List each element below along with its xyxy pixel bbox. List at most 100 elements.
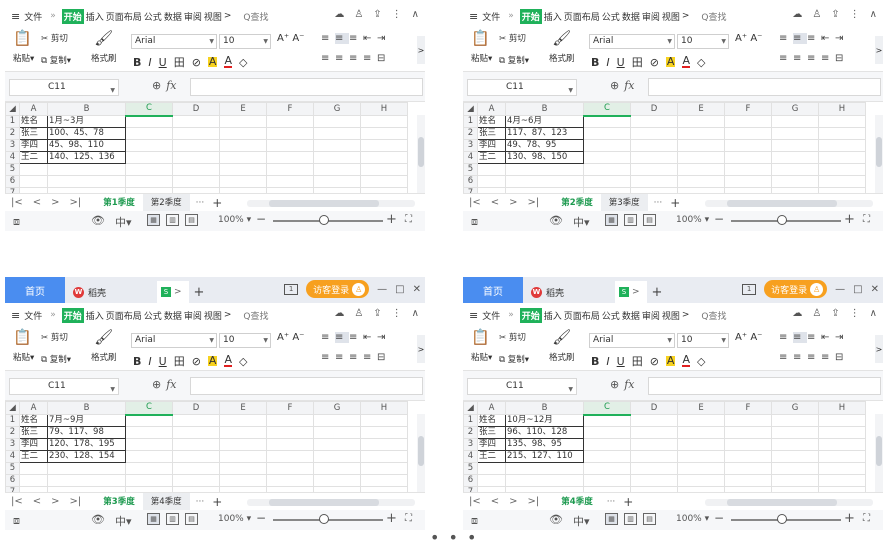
cell-f2[interactable] [266, 426, 314, 439]
cell-g6[interactable] [771, 474, 819, 487]
cell-g6[interactable] [313, 474, 361, 487]
cell-h6[interactable] [818, 474, 866, 487]
cell-h3[interactable] [818, 438, 866, 451]
last-sheet-button[interactable]: >| [528, 496, 540, 507]
horizontal-scrollbar[interactable] [247, 200, 415, 207]
cell-f6[interactable] [266, 474, 314, 487]
hamburger-icon[interactable]: ≡ [11, 10, 20, 23]
vertical-scrollbar[interactable] [875, 115, 883, 193]
macro-icon[interactable]: ⧈ [13, 215, 20, 229]
font-grow-shrink[interactable]: A⁺ A⁻ [277, 332, 304, 343]
cell-e3[interactable] [219, 139, 267, 152]
align-button-1[interactable]: ≡ [321, 33, 335, 44]
menu-more-icon[interactable]: » [508, 310, 514, 320]
input-method-icon[interactable]: 中▾ [115, 513, 132, 529]
menu-more-icon[interactable]: » [50, 11, 56, 21]
cell-e3[interactable] [677, 139, 725, 152]
cell-f6[interactable] [724, 474, 772, 487]
column-header-h[interactable]: H [818, 102, 866, 116]
cell-h1[interactable] [818, 115, 866, 128]
paste-button[interactable]: 📋 粘贴▾ [471, 31, 492, 65]
diagonal-icon[interactable]: ⊘ [192, 56, 201, 69]
cell-d2[interactable] [630, 426, 678, 439]
underline-button[interactable]: U [617, 56, 625, 69]
menu-start[interactable]: 开始 [61, 8, 84, 24]
cell-h4[interactable] [818, 450, 866, 463]
align-button-10[interactable]: ⊟ [377, 53, 391, 64]
ribbon-expand-button[interactable]: > [417, 36, 425, 64]
underline-button[interactable]: U [159, 56, 167, 69]
cell-d6[interactable] [172, 175, 220, 188]
cell-c2[interactable] [583, 127, 631, 140]
row-header[interactable]: 6 [463, 474, 478, 487]
next-sheet-button[interactable]: > [509, 197, 517, 208]
cell-e6[interactable] [219, 175, 267, 188]
cell-f5[interactable] [724, 462, 772, 475]
row-header[interactable]: 5 [5, 462, 20, 475]
zoom-level-select[interactable]: 100% ▾ [218, 215, 251, 225]
paste-button[interactable]: 📋 粘贴▾ [13, 330, 34, 364]
diagonal-icon[interactable]: ⊘ [192, 355, 201, 368]
font-grow-shrink[interactable]: A⁺ A⁻ [735, 33, 762, 44]
align-button-3[interactable]: ≡ [349, 332, 363, 343]
copy-button[interactable]: ⧉ 复制▾ [499, 353, 529, 365]
eye-protect-icon[interactable]: 👁 [91, 513, 105, 529]
clear-format-icon[interactable]: ◇ [697, 56, 705, 69]
align-button-4[interactable]: ⇤ [363, 33, 377, 44]
clear-format-icon[interactable]: ◇ [239, 56, 247, 69]
border-icon[interactable]: 田 [174, 54, 185, 70]
cell-a3[interactable]: 李四 [19, 139, 48, 152]
ribbon-expand-button[interactable]: > [875, 36, 883, 64]
diagonal-icon[interactable]: ⊘ [650, 355, 659, 368]
cell-h6[interactable] [818, 175, 866, 188]
align-button-7[interactable]: ≡ [793, 53, 807, 64]
cell-f3[interactable] [724, 139, 772, 152]
name-box[interactable]: C11 ▼ [467, 378, 577, 395]
tab-workbook[interactable]: S > [157, 281, 189, 303]
align-button-2[interactable]: ≡ [793, 332, 807, 343]
menu-more-icon[interactable]: » [50, 310, 56, 320]
menu-insert[interactable]: 插入 [86, 309, 104, 322]
menu-insert[interactable]: 插入 [86, 10, 104, 23]
cell-a3[interactable]: 李四 [477, 438, 506, 451]
menu-page-layout[interactable]: 页面布局 [564, 10, 600, 23]
cell-e2[interactable] [677, 127, 725, 140]
cell-g5[interactable] [771, 462, 819, 475]
kebab-menu-icon[interactable]: ⋮ [392, 308, 402, 319]
cell-d2[interactable] [630, 127, 678, 140]
cell-e6[interactable] [677, 474, 725, 487]
fill-color-button[interactable]: A [207, 56, 218, 67]
cell-d4[interactable] [172, 450, 220, 463]
align-button-9[interactable]: ≡ [821, 352, 835, 363]
column-header-d[interactable]: D [172, 401, 220, 415]
font-name-select[interactable]: Arial ▼ [589, 333, 675, 348]
cloud-icon[interactable]: ☁ [334, 9, 344, 20]
shrink-font-icon[interactable]: A⁻ [292, 33, 304, 44]
cell-b3[interactable]: 120、178、195 [47, 438, 126, 451]
cell-d1[interactable] [630, 115, 678, 128]
cell-a3[interactable]: 李四 [477, 139, 506, 152]
search-button[interactable]: Q查找 [243, 10, 268, 23]
cell-e3[interactable] [219, 438, 267, 451]
align-button-5[interactable]: ⇥ [377, 33, 391, 44]
scroll-thumb[interactable] [269, 499, 379, 506]
eye-protect-icon[interactable]: 👁 [549, 513, 563, 529]
cell-g2[interactable] [313, 127, 361, 140]
new-tab-button[interactable]: + [189, 281, 209, 303]
cell-b3[interactable]: 45、98、110 [47, 139, 126, 152]
cell-c5[interactable] [125, 462, 173, 475]
column-header-a[interactable]: A [19, 401, 48, 415]
vertical-scrollbar[interactable] [417, 115, 425, 193]
scroll-thumb[interactable] [418, 436, 424, 466]
menu-view[interactable]: 视图 [662, 309, 680, 322]
horizontal-scrollbar[interactable] [705, 200, 873, 207]
cell-b2[interactable]: 96、110、128 [505, 426, 584, 439]
cell-a5[interactable] [19, 462, 48, 475]
zoom-slider-knob[interactable] [777, 514, 787, 524]
cell-c4[interactable] [583, 151, 631, 164]
align-button-4[interactable]: ⇤ [821, 33, 835, 44]
font-grow-shrink[interactable]: A⁺ A⁻ [735, 332, 762, 343]
cell-d5[interactable] [630, 462, 678, 475]
column-header-a[interactable]: A [19, 102, 48, 116]
share-icon[interactable]: ⇪ [831, 9, 839, 20]
